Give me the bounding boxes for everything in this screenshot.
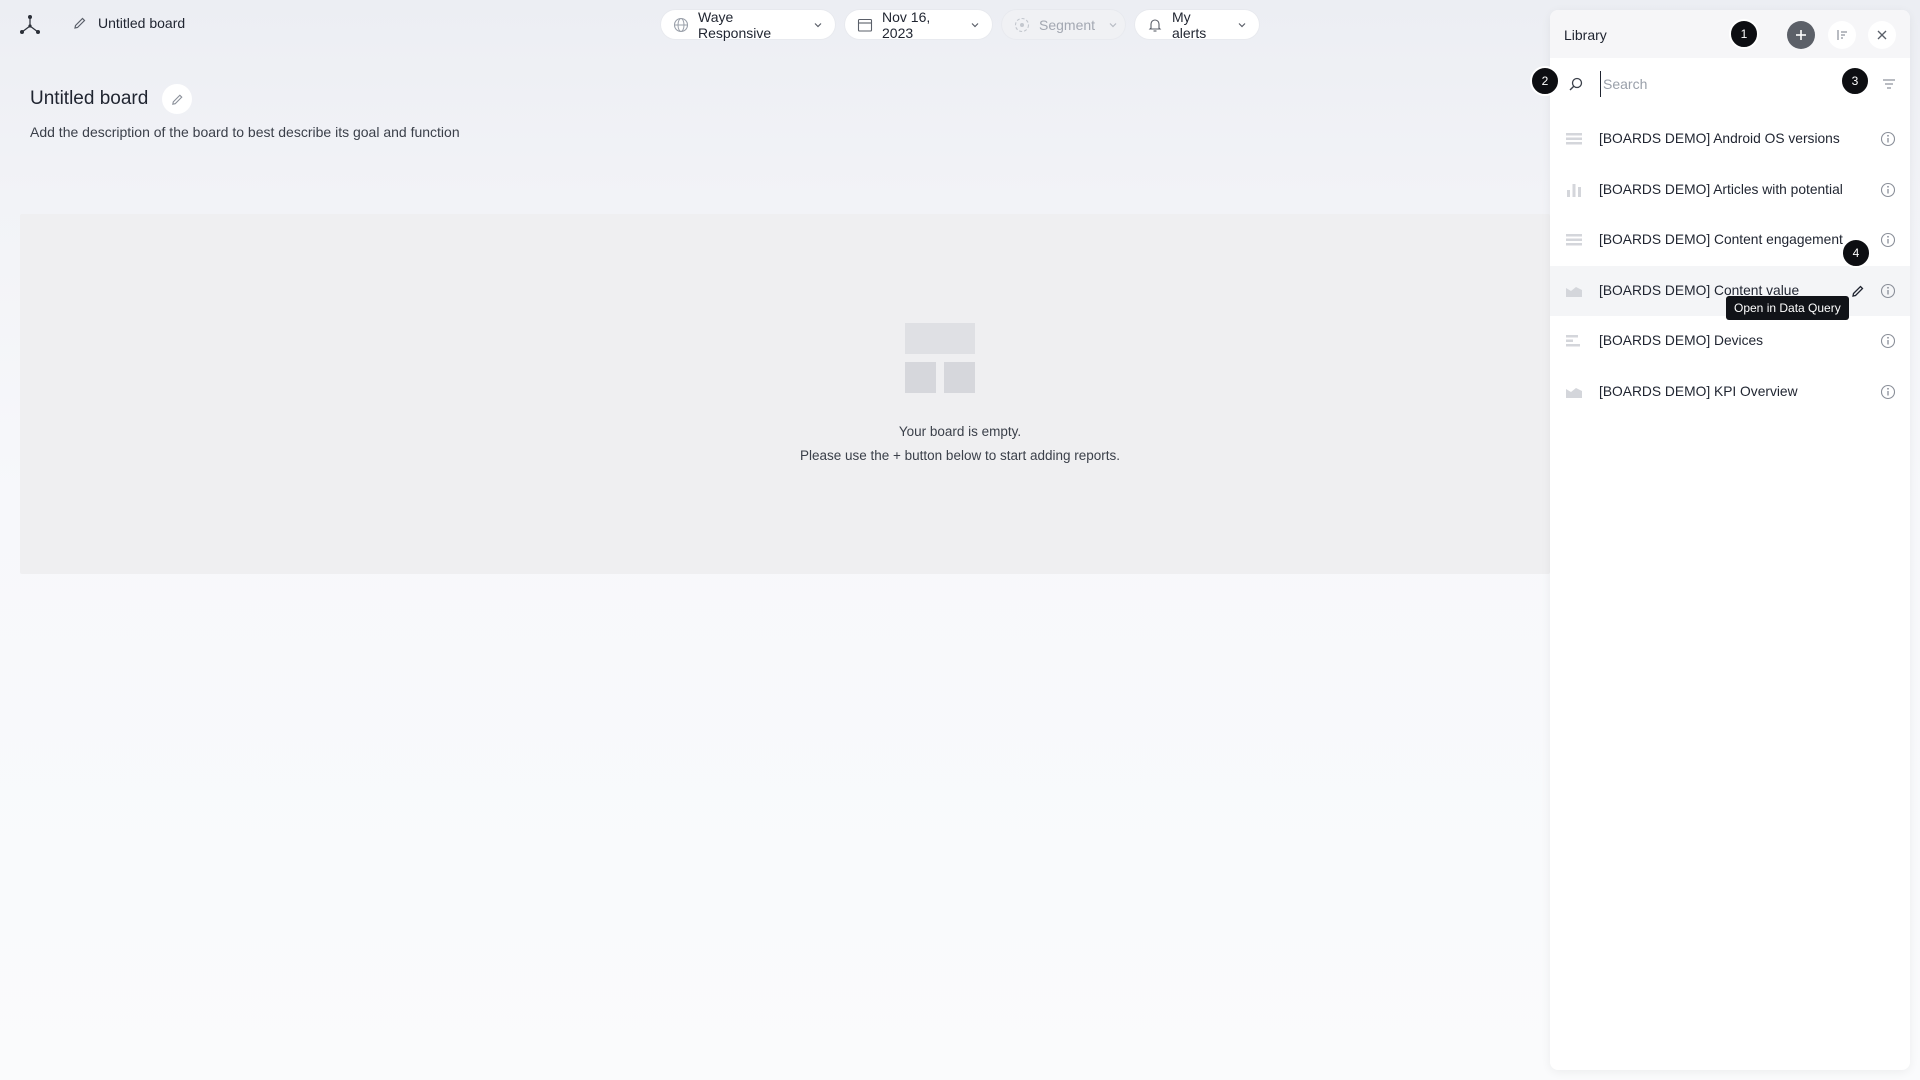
close-icon [1877,30,1887,40]
sort-icon [1837,30,1847,40]
segment-icon [1014,17,1030,32]
area-chart-icon [1566,387,1582,398]
page-title: Untitled board [30,88,149,109]
pencil-icon [171,93,183,105]
info-icon[interactable] [1880,232,1896,248]
alerts-selector-label: My alerts [1172,8,1207,41]
date-selector-label: Nov 16, 2023 [882,8,931,41]
empty-board-icon [905,323,975,393]
edit-title-button[interactable] [162,84,193,114]
horizontal-bar-icon [1566,335,1580,347]
library-item-label: [BOARDS DEMO] Articles with potential [1599,181,1843,197]
chevron-down-icon [971,22,979,27]
library-item[interactable]: [BOARDS DEMO] Articles with potential [1550,165,1910,216]
bell-icon [1148,18,1162,32]
board-header: Untitled board [30,84,193,114]
info-icon[interactable] [1880,182,1896,198]
info-icon[interactable] [1880,283,1896,299]
library-item-label: [BOARDS DEMO] KPI Overview [1599,383,1798,399]
step-marker-3: 3 [1840,66,1870,96]
empty-board-message: Your board is empty. [898,424,1022,439]
step-marker-2: 2 [1530,66,1560,96]
board-description[interactable]: Add the description of the board to best… [30,124,460,140]
library-panel: Library [BOARDS DEMO] Android OS version… [1550,10,1910,1070]
search-icon [1569,77,1583,91]
library-item-label: [BOARDS DEMO] Content engagement [1599,232,1843,247]
date-selector[interactable]: Nov 16, 2023 [845,8,992,41]
step-marker-4: 4 [1841,238,1871,268]
pencil-icon [74,17,86,29]
chevron-down-icon [1238,22,1246,27]
pencil-icon[interactable] [1850,283,1866,299]
bar-chart-icon [1567,183,1581,197]
area-chart-icon [1566,286,1582,297]
site-selector-label: Waye Responsive [698,8,772,41]
sort-button[interactable] [1828,21,1856,49]
app-logo-icon[interactable] [18,14,42,36]
globe-icon [673,17,689,32]
site-selector[interactable]: Waye Responsive [661,8,835,41]
search-input[interactable] [1600,71,1850,97]
info-icon[interactable] [1880,333,1896,349]
library-item[interactable]: [BOARDS DEMO] Devices [1550,316,1910,367]
info-icon[interactable] [1880,384,1896,400]
library-item[interactable]: [BOARDS DEMO] Android OS versions [1550,114,1910,165]
plus-icon [1796,30,1806,40]
segment-selector-label: Segment [1039,16,1096,33]
library-title: Library [1564,27,1607,43]
add-report-button[interactable] [1787,21,1815,49]
empty-board-hint: Please use the + button below to start a… [799,448,1121,463]
info-icon[interactable] [1880,131,1896,147]
library-item[interactable]: [BOARDS DEMO] KPI Overview [1550,367,1910,418]
segment-selector[interactable]: Segment [1002,10,1125,39]
board-canvas [20,214,1550,574]
filter-icon[interactable] [1882,78,1896,90]
open-in-data-query-tooltip: Open in Data Query [1726,296,1849,320]
chevron-down-icon [814,22,822,27]
chevron-down-icon [1109,22,1117,27]
library-item-label: [BOARDS DEMO] Devices [1599,333,1764,348]
calendar-icon [857,18,873,32]
library-item-label: [BOARDS DEMO] Android OS versions [1599,131,1840,146]
table-icon [1566,234,1582,246]
breadcrumb[interactable]: Untitled board [72,15,185,31]
step-marker-1: 1 [1729,19,1759,49]
table-icon [1566,133,1582,145]
breadcrumb-board-name: Untitled board [98,15,186,31]
alerts-selector[interactable]: My alerts [1135,8,1259,41]
close-library-button[interactable] [1868,21,1896,49]
